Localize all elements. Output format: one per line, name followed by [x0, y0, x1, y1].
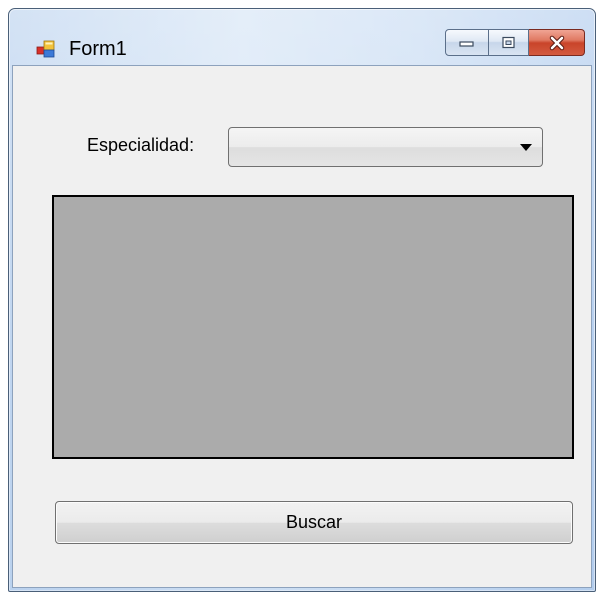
app-window: Form1 Especialidad: Buscar [8, 8, 596, 592]
window-title: Form1 [69, 38, 127, 60]
results-datagridview[interactable] [52, 195, 574, 459]
buscar-button[interactable]: Buscar [55, 501, 573, 544]
especialidad-combobox[interactable] [228, 127, 543, 167]
maximize-icon [501, 36, 515, 48]
dropdown-arrow-icon[interactable] [520, 144, 532, 151]
title-bar[interactable]: Form1 [9, 9, 595, 67]
maximize-button[interactable] [489, 29, 529, 56]
close-icon [549, 35, 564, 50]
caption-buttons [445, 29, 585, 58]
winforms-app-icon[interactable] [36, 39, 56, 59]
close-button[interactable] [529, 29, 585, 56]
minimize-button[interactable] [445, 29, 489, 56]
form-client-area: Especialidad: Buscar [12, 65, 592, 588]
especialidad-label: Especialidad: [87, 135, 195, 155]
minimize-icon [459, 40, 474, 47]
